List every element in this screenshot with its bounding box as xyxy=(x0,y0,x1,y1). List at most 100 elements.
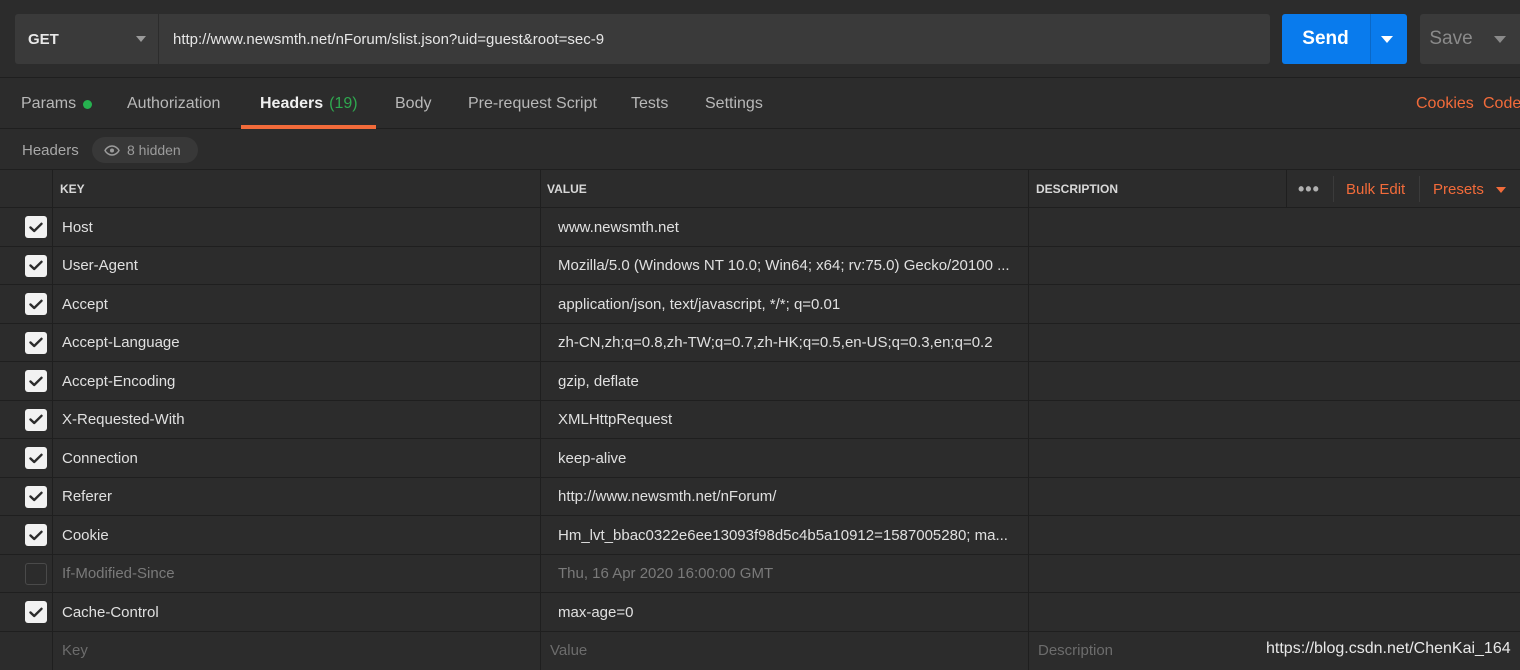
tab-params[interactable]: Params xyxy=(21,79,93,129)
table-row: Cache-Control max-age=0 xyxy=(0,593,1520,632)
params-active-dot-icon xyxy=(83,99,93,109)
header-key-cell[interactable]: Cookie xyxy=(62,516,532,554)
url-input[interactable]: http://www.newsmth.net/nForum/slist.json… xyxy=(158,14,1270,64)
save-options-chevron-icon[interactable] xyxy=(1494,36,1506,43)
column-header-key: KEY xyxy=(60,182,85,196)
toolbar-divider xyxy=(1419,176,1420,202)
tab-headers-label: Headers xyxy=(260,95,324,112)
header-description-cell[interactable] xyxy=(1036,247,1506,285)
table-row: Cookie Hm_lvt_bbac0322e6ee13093f98d5c4b5a… xyxy=(0,516,1520,555)
header-description-cell[interactable] xyxy=(1036,285,1506,323)
send-options-chevron-icon[interactable] xyxy=(1381,36,1393,43)
headers-subbar: Headers 8 hidden xyxy=(0,130,1520,170)
header-key-cell[interactable]: Host xyxy=(62,208,532,246)
tab-settings-label: Settings xyxy=(705,95,763,112)
header-key-cell[interactable]: Connection xyxy=(62,439,532,477)
row-enable-checkbox[interactable] xyxy=(25,524,47,546)
table-row: Accept application/json, text/javascript,… xyxy=(0,285,1520,324)
eye-icon xyxy=(104,144,120,156)
header-value-cell[interactable]: max-age=0 xyxy=(558,593,1026,631)
header-description-cell[interactable] xyxy=(1036,478,1506,516)
header-key-cell[interactable]: X-Requested-With xyxy=(62,401,532,439)
header-value-cell[interactable]: keep-alive xyxy=(558,439,1026,477)
new-value-input[interactable]: Value xyxy=(550,632,1020,670)
row-enable-checkbox[interactable] xyxy=(25,447,47,469)
checkmark-icon xyxy=(29,414,43,425)
tab-authorization[interactable]: Authorization xyxy=(127,79,220,129)
table-row: Connection keep-alive xyxy=(0,439,1520,478)
hidden-headers-toggle[interactable]: 8 hidden xyxy=(92,137,198,163)
checkmark-icon xyxy=(29,530,43,540)
row-enable-checkbox[interactable] xyxy=(25,331,47,354)
column-header-description: DESCRIPTION xyxy=(1036,182,1119,196)
tab-body[interactable]: Body xyxy=(395,79,431,129)
header-description-cell[interactable] xyxy=(1036,362,1506,400)
header-description-cell[interactable] xyxy=(1036,208,1506,246)
active-tab-indicator xyxy=(241,125,376,129)
method-label: GET xyxy=(28,30,59,48)
send-label: Send xyxy=(1302,28,1349,49)
table-row: If-Modified-Since Thu, 16 Apr 2020 16:00:… xyxy=(0,555,1520,593)
row-enable-checkbox[interactable] xyxy=(25,485,47,508)
header-value-cell[interactable]: www.newsmth.net xyxy=(558,208,1026,246)
cookies-link[interactable]: Cookies xyxy=(1416,79,1474,129)
header-value-cell[interactable]: http://www.newsmth.net/nForum/ xyxy=(558,478,1026,516)
row-enable-checkbox[interactable] xyxy=(25,216,47,238)
watermark: https://blog.csdn.net/ChenKai_164 xyxy=(1266,640,1511,657)
header-key-cell[interactable]: Accept-Encoding xyxy=(62,362,532,400)
table-row: Host www.newsmth.net xyxy=(0,208,1520,247)
tab-params-label: Params xyxy=(21,95,77,112)
row-enable-checkbox[interactable] xyxy=(25,254,47,277)
header-description-cell[interactable] xyxy=(1036,516,1506,554)
header-key-cell[interactable]: User-Agent xyxy=(62,247,532,285)
tab-tests[interactable]: Tests xyxy=(631,79,668,129)
header-value-cell[interactable]: zh-CN,zh;q=0.8,zh-TW;q=0.7,zh-HK;q=0.5,e… xyxy=(558,324,1026,362)
header-value-cell[interactable]: XMLHttpRequest xyxy=(558,401,1026,439)
more-options-icon[interactable]: ••• xyxy=(1298,170,1320,208)
send-button[interactable]: Send xyxy=(1282,14,1407,64)
headers-title: Headers xyxy=(22,141,79,159)
table-row: User-Agent Mozilla/5.0 (Windows NT 10.0; … xyxy=(0,247,1520,285)
checkmark-icon xyxy=(29,260,43,271)
presets-chevron-down-icon xyxy=(1496,187,1506,193)
bulk-edit-button[interactable]: Bulk Edit xyxy=(1346,170,1405,208)
header-description-cell[interactable] xyxy=(1036,324,1506,362)
save-button[interactable]: Save xyxy=(1420,14,1520,64)
header-description-cell[interactable] xyxy=(1036,555,1506,593)
tab-headers[interactable]: Headers (19) xyxy=(260,79,358,129)
tab-pre-request-script-label: Pre-request Script xyxy=(468,95,597,112)
method-select[interactable]: GET xyxy=(15,14,158,64)
column-divider xyxy=(52,170,53,670)
header-key-cell[interactable]: Accept xyxy=(62,285,532,323)
header-value-cell[interactable]: Mozilla/5.0 (Windows NT 10.0; Win64; x64… xyxy=(558,247,1026,285)
header-description-cell[interactable] xyxy=(1036,439,1506,477)
row-enable-checkbox[interactable] xyxy=(25,562,47,585)
header-value-cell[interactable]: gzip, deflate xyxy=(558,362,1026,400)
save-label: Save xyxy=(1429,28,1473,49)
row-enable-checkbox[interactable] xyxy=(25,408,47,431)
code-link[interactable]: Code xyxy=(1483,79,1520,129)
tab-settings[interactable]: Settings xyxy=(705,79,763,129)
row-enable-checkbox[interactable] xyxy=(25,370,47,392)
header-key-cell[interactable]: Accept-Language xyxy=(62,324,532,362)
header-value-cell[interactable]: Thu, 16 Apr 2020 16:00:00 GMT xyxy=(558,555,1026,593)
header-key-cell[interactable]: If-Modified-Since xyxy=(62,555,532,593)
header-description-cell[interactable] xyxy=(1036,401,1506,439)
table-row: X-Requested-With XMLHttpRequest xyxy=(0,401,1520,439)
new-description-input[interactable]: Description xyxy=(1038,632,1258,670)
table-row: Accept-Language zh-CN,zh;q=0.8,zh-TW;q=0.… xyxy=(0,324,1520,362)
row-enable-checkbox[interactable] xyxy=(25,601,47,623)
presets-button[interactable]: Presets xyxy=(1433,170,1484,208)
header-description-cell[interactable] xyxy=(1036,593,1506,631)
row-enable-checkbox[interactable] xyxy=(25,293,47,315)
header-key-cell[interactable]: Referer xyxy=(62,478,532,516)
column-header-value: VALUE xyxy=(547,182,587,196)
request-tabs: Params Authorization Headers (19) Body P… xyxy=(0,79,1520,129)
header-key-cell[interactable]: Cache-Control xyxy=(62,593,532,631)
header-value-cell[interactable]: application/json, text/javascript, */*; … xyxy=(558,285,1026,323)
tab-pre-request-script[interactable]: Pre-request Script xyxy=(468,79,597,129)
checkmark-icon xyxy=(29,337,43,348)
checkmark-icon xyxy=(29,376,43,386)
header-value-cell[interactable]: Hm_lvt_bbac0322e6ee13093f98d5c4b5a10912=… xyxy=(558,516,1026,554)
new-key-input[interactable]: Key xyxy=(62,632,532,670)
